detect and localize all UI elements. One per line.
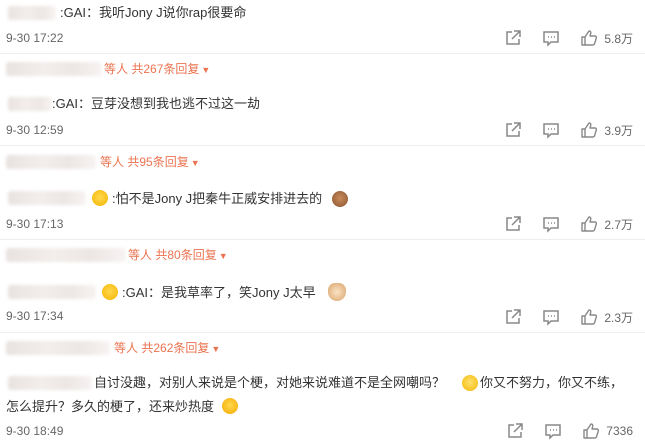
comment-actions: 7336 (486, 421, 633, 441)
comment-text: :怕不是Jony J把秦牛正威安排进去的 (112, 191, 323, 206)
share-icon (506, 216, 522, 231)
blurred-username (8, 285, 96, 299)
comment-icon (545, 424, 562, 440)
like-count: 2.7万 (604, 217, 633, 232)
comment-time: 9-30 17:34 (6, 309, 64, 323)
like-button[interactable]: 3.9万 (580, 121, 633, 139)
blurred-username (8, 191, 86, 205)
comment-actions: 5.8万 (484, 28, 633, 48)
share-button[interactable] (506, 422, 524, 440)
comment-icon (543, 31, 560, 47)
divider (0, 332, 645, 333)
comment-time: 9-30 17:13 (6, 217, 64, 231)
comment-button[interactable] (542, 215, 560, 233)
divider (0, 145, 645, 146)
like-button[interactable]: 2.7万 (580, 215, 633, 233)
divider (0, 53, 645, 54)
comment-item: :GAI：我听Jony J说你rap很要命 9-30 17:22 5.8万 (0, 0, 645, 50)
comment-time: 9-30 18:49 (6, 424, 64, 438)
like-count: 3.9万 (604, 123, 633, 138)
like-icon (581, 122, 598, 138)
caret-down-icon: ▼ (211, 344, 221, 354)
comment-icon (543, 123, 560, 139)
caret-down-icon: ▼ (190, 158, 200, 168)
comment-item: :怕不是Jony J把秦牛正威安排进去的 9-30 17:13 2.7万 (0, 184, 645, 234)
emoji-icon (332, 191, 348, 207)
emoji-icon (102, 284, 118, 300)
like-count: 5.8万 (604, 31, 633, 46)
comment-text: :GAI：是我草率了，笑Jony J太早 (122, 285, 316, 300)
more-replies-link[interactable]: 等人 共95条回复 ▼ (100, 155, 200, 170)
like-icon (581, 216, 598, 232)
share-button[interactable] (504, 121, 522, 139)
divider (0, 239, 645, 240)
comment-button[interactable] (542, 121, 560, 139)
share-icon (506, 309, 522, 324)
comment-icon (543, 217, 560, 233)
share-button[interactable] (504, 308, 522, 326)
share-button[interactable] (504, 215, 522, 233)
like-icon (583, 423, 600, 439)
like-icon (581, 30, 598, 46)
more-replies-link[interactable]: 等人 共262条回复 ▼ (114, 341, 220, 356)
blurred-username (6, 62, 102, 76)
comment-time: 9-30 17:22 (6, 31, 64, 45)
comment-item: 自讨没趣，对别人来说是个梗，对她来说难道不是全网嘲吗？ 你又不努力，你又不练， … (0, 370, 645, 447)
blurred-username (8, 376, 92, 390)
comment-text: :GAI：豆芽没想到我也逃不过这一劫 (52, 96, 261, 111)
comment-actions: 3.9万 (484, 120, 633, 140)
emoji-icon (92, 190, 108, 206)
comment-button[interactable] (542, 308, 560, 326)
comment-button[interactable] (542, 29, 560, 47)
more-replies-link[interactable]: 等人 共80条回复 ▼ (128, 248, 228, 263)
share-button[interactable] (504, 29, 522, 47)
like-button[interactable]: 2.3万 (580, 308, 633, 326)
comment-item: :GAI：是我草率了，笑Jony J太早 9-30 17:34 2.3万 (0, 278, 645, 328)
comment-actions: 2.3万 (484, 307, 633, 327)
comment-actions: 2.7万 (484, 214, 633, 234)
like-icon (581, 309, 598, 325)
comment-text-line1: 自讨没趣，对别人来说是个梗，对她来说难道不是全网嘲吗？ (94, 375, 446, 390)
emoji-icon (222, 398, 238, 414)
share-icon (506, 122, 522, 137)
comment-text-line2: 怎么提升？多久的梗了，还来炒热度 (6, 399, 215, 414)
comment-item: :GAI：豆芽没想到我也逃不过这一劫 9-30 12:59 3.9万 (0, 90, 645, 140)
emoji-icon (328, 283, 346, 301)
blurred-username (8, 97, 52, 111)
blurred-username (6, 155, 96, 169)
comment-text: :GAI：我听Jony J说你rap很要命 (60, 5, 247, 20)
emoji-icon (462, 375, 478, 391)
like-count: 7336 (606, 424, 633, 438)
comment-text-line1-cont: 你又不努力，你又不练， (480, 375, 624, 390)
blurred-username (6, 248, 126, 262)
more-replies-link[interactable]: 等人 共267条回复 ▼ (104, 62, 210, 77)
comment-icon (543, 310, 560, 326)
comment-time: 9-30 12:59 (6, 123, 64, 137)
blurred-username (8, 6, 56, 20)
caret-down-icon: ▼ (201, 65, 211, 75)
like-count: 2.3万 (604, 310, 633, 325)
like-button[interactable]: 5.8万 (580, 29, 633, 47)
comment-button[interactable] (544, 422, 562, 440)
like-button[interactable]: 7336 (582, 422, 633, 440)
blurred-username (6, 341, 110, 355)
share-icon (506, 30, 522, 45)
caret-down-icon: ▼ (218, 251, 228, 261)
share-icon (508, 423, 524, 438)
